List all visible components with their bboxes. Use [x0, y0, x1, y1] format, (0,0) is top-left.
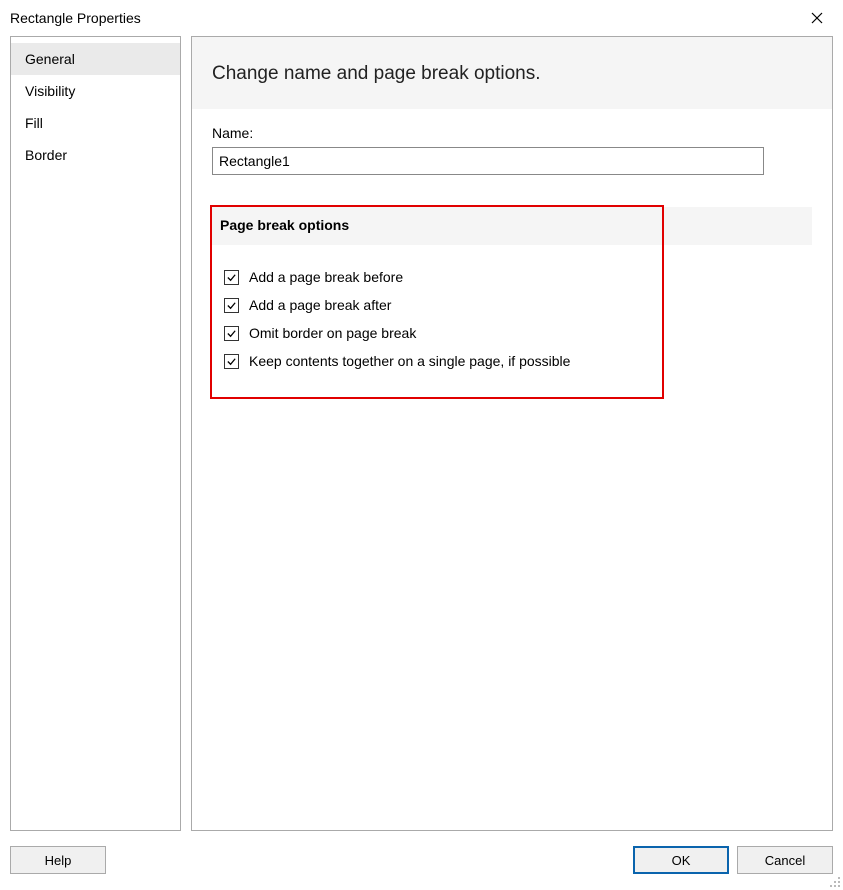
sidebar-item-label: General	[25, 51, 75, 67]
panel-body: Name: Page break options Add a page brea…	[192, 109, 832, 263]
sidebar-item-label: Border	[25, 147, 67, 163]
sidebar-item-border[interactable]: Border	[11, 139, 180, 171]
check-label: Keep contents together on a single page,…	[249, 353, 570, 369]
checkbox-omit-border[interactable]	[224, 326, 239, 341]
check-icon	[226, 272, 237, 283]
check-row-break-before[interactable]: Add a page break before	[212, 263, 662, 291]
help-button[interactable]: Help	[10, 846, 106, 874]
check-label: Add a page break after	[249, 297, 391, 313]
titlebar: Rectangle Properties	[0, 0, 843, 36]
sidebar-item-label: Visibility	[25, 83, 75, 99]
checkbox-break-after[interactable]	[224, 298, 239, 313]
check-icon	[226, 356, 237, 367]
resize-grip-icon[interactable]	[829, 876, 841, 888]
sidebar-item-label: Fill	[25, 115, 43, 131]
close-button[interactable]	[797, 3, 837, 33]
sidebar-item-visibility[interactable]: Visibility	[11, 75, 180, 107]
check-row-omit-border[interactable]: Omit border on page break	[212, 319, 662, 347]
content-area: General Visibility Fill Border Change na…	[0, 36, 843, 831]
checkbox-keep-together[interactable]	[224, 354, 239, 369]
check-row-keep-together[interactable]: Keep contents together on a single page,…	[212, 347, 662, 375]
page-break-highlight: Add a page break before Add a page break…	[210, 205, 664, 399]
panel-heading: Change name and page break options.	[192, 37, 832, 109]
button-bar: Help OK Cancel	[0, 831, 843, 879]
cancel-button[interactable]: Cancel	[737, 846, 833, 874]
check-label: Add a page break before	[249, 269, 403, 285]
close-icon	[811, 12, 823, 24]
check-icon	[226, 300, 237, 311]
sidebar-item-general[interactable]: General	[11, 43, 180, 75]
sidebar-item-fill[interactable]: Fill	[11, 107, 180, 139]
check-label: Omit border on page break	[249, 325, 416, 341]
check-icon	[226, 328, 237, 339]
check-row-break-after[interactable]: Add a page break after	[212, 291, 662, 319]
ok-button[interactable]: OK	[633, 846, 729, 874]
name-label: Name:	[212, 125, 812, 141]
sidebar: General Visibility Fill Border	[10, 36, 181, 831]
checkbox-break-before[interactable]	[224, 270, 239, 285]
dialog-title: Rectangle Properties	[10, 10, 141, 26]
name-input[interactable]	[212, 147, 764, 175]
main-panel: Change name and page break options. Name…	[191, 36, 833, 831]
